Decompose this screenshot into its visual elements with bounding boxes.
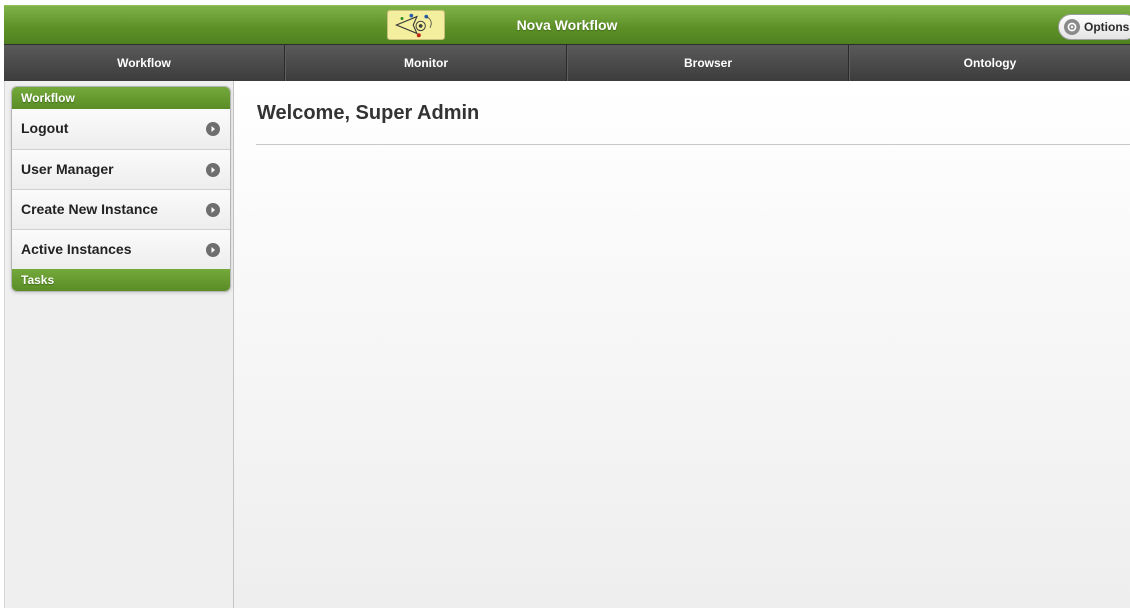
sidebar-item-active-instances[interactable]: Active Instances: [12, 229, 230, 269]
sidebar-item-user-manager[interactable]: User Manager: [12, 149, 230, 189]
nav-item-monitor[interactable]: Monitor: [285, 45, 567, 81]
sidebar-item-label: User Manager: [21, 161, 114, 177]
sidebar-item-label: Active Instances: [21, 241, 132, 257]
nav-item-workflow[interactable]: Workflow: [4, 45, 285, 81]
section-header-tasks: Tasks: [12, 269, 230, 291]
chevron-right-icon: [206, 203, 220, 217]
chevron-right-icon: [206, 243, 220, 257]
options-label: Options: [1084, 20, 1130, 34]
app-window: Nova Workflow Options Workflow Monitor B…: [0, 0, 1130, 608]
main-nav: Workflow Monitor Browser Ontology: [4, 44, 1130, 81]
nav-item-ontology[interactable]: Ontology: [849, 45, 1130, 81]
sidebar: Workflow Logout User Manager Create New …: [4, 81, 234, 608]
sidebar-item-label: Create New Instance: [21, 201, 158, 217]
sidebar-item-logout[interactable]: Logout: [12, 109, 230, 149]
page-title: Welcome, Super Admin: [257, 102, 480, 124]
chevron-right-icon: [206, 122, 220, 136]
sidebar-item-create-new-instance[interactable]: Create New Instance: [12, 189, 230, 229]
sidebar-menu: Workflow Logout User Manager Create New …: [11, 86, 231, 292]
options-button[interactable]: Options: [1058, 14, 1130, 40]
main-content: Welcome, Super Admin: [234, 81, 1130, 608]
nav-item-browser[interactable]: Browser: [567, 45, 849, 81]
app-title: Nova Workflow: [516, 17, 618, 33]
divider: [256, 144, 1130, 145]
section-header-workflow: Workflow: [12, 87, 230, 109]
sidebar-item-label: Logout: [21, 120, 69, 136]
chevron-right-icon: [206, 163, 220, 177]
app-header: Nova Workflow Options: [4, 5, 1130, 44]
gear-icon: [1064, 19, 1080, 35]
